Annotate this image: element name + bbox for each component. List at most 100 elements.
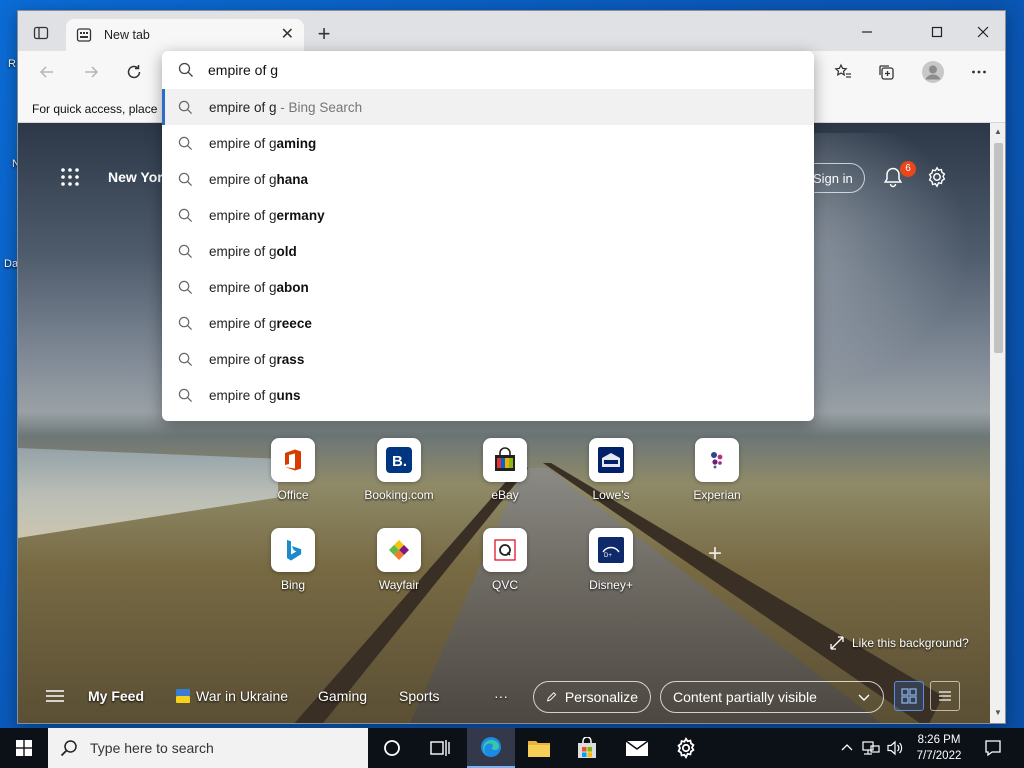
collections-icon xyxy=(879,65,894,80)
hamburger-menu-icon[interactable] xyxy=(46,689,64,703)
scroll-up-arrow-icon[interactable]: ▲ xyxy=(994,127,1002,136)
feed-tab-my-feed[interactable]: My Feed xyxy=(88,688,144,704)
suggestion-item[interactable]: empire of gold xyxy=(162,233,814,269)
quick-link-label: Bing xyxy=(280,578,306,592)
taskbar-search-placeholder: Type here to search xyxy=(90,740,214,756)
content-visibility-label: Content partially visible xyxy=(673,689,817,705)
scroll-down-arrow-icon[interactable]: ▼ xyxy=(994,708,1002,717)
feed-more-button[interactable]: ··· xyxy=(494,688,508,704)
show-hidden-icons-button[interactable] xyxy=(838,728,856,768)
search-icon xyxy=(178,136,193,150)
taskbar-store-button[interactable] xyxy=(563,728,611,768)
more-horizontal-icon xyxy=(972,70,986,74)
collections-button[interactable] xyxy=(871,57,901,87)
list-view-button[interactable] xyxy=(930,681,960,711)
booking-icon: B. xyxy=(377,438,421,482)
search-icon xyxy=(178,172,193,186)
new-tab-button[interactable]: + xyxy=(311,21,337,47)
close-window-button[interactable] xyxy=(960,17,1005,47)
app-launcher-icon[interactable] xyxy=(58,165,82,189)
tab-close-button[interactable]: ✕ xyxy=(281,27,294,43)
tab-new-tab[interactable]: New tab ✕ xyxy=(66,19,304,51)
grid-view-icon xyxy=(901,688,917,704)
quick-link-booking[interactable]: B. Booking.com xyxy=(359,438,439,518)
quick-link-ebay[interactable]: eBay xyxy=(465,438,545,518)
suggestion-item[interactable]: empire of gabon xyxy=(162,269,814,305)
suggestion-item[interactable]: empire of germany xyxy=(162,197,814,233)
volume-tray-button[interactable] xyxy=(884,728,906,768)
quick-link-experian[interactable]: Experian xyxy=(677,438,757,518)
notification-badge: 6 xyxy=(900,161,916,177)
quick-link-label: Disney+ xyxy=(589,578,633,592)
taskbar-file-explorer-button[interactable] xyxy=(515,728,563,768)
store-bag-icon xyxy=(578,737,596,758)
network-icon xyxy=(862,741,880,755)
suggestion-text: empire of g - Bing Search xyxy=(209,99,363,115)
background-sea xyxy=(18,448,278,538)
suggestion-text: empire of greece xyxy=(209,315,312,331)
qvc-icon xyxy=(483,528,527,572)
start-button[interactable] xyxy=(0,728,48,768)
suggestion-item-bing-search[interactable]: empire of g - Bing Search xyxy=(162,89,814,125)
tab-strip: New tab ✕ + xyxy=(18,11,1005,51)
quick-link-office[interactable]: Office xyxy=(253,438,333,518)
gear-icon[interactable] xyxy=(926,166,948,188)
content-visibility-dropdown[interactable]: Content partially visible xyxy=(660,681,884,713)
minimize-button[interactable] xyxy=(844,17,890,47)
feed-tab-sports[interactable]: Sports xyxy=(399,688,439,704)
address-bar-input[interactable]: empire of g xyxy=(208,62,278,78)
windows-taskbar: Type here to search 8:26 PM 7/7/2022 xyxy=(0,728,1024,768)
taskbar-settings-button[interactable] xyxy=(662,728,710,768)
taskbar-clock[interactable]: 8:26 PM 7/7/2022 xyxy=(908,732,970,764)
like-background-link[interactable]: Like this background? xyxy=(830,636,969,650)
settings-and-more-button[interactable] xyxy=(964,57,994,87)
svg-text:B.: B. xyxy=(392,453,407,470)
refresh-button[interactable] xyxy=(119,57,149,87)
feed-tab-war-in-ukraine[interactable]: War in Ukraine xyxy=(176,688,288,704)
quick-link-label: Experian xyxy=(693,488,741,502)
taskbar-search-box[interactable]: Type here to search xyxy=(48,728,368,768)
back-button[interactable] xyxy=(32,57,62,87)
forward-button[interactable] xyxy=(76,57,106,87)
profile-button[interactable] xyxy=(918,57,948,87)
task-view-button[interactable] xyxy=(416,728,464,768)
favorites-button[interactable] xyxy=(828,57,858,87)
grid-view-button[interactable] xyxy=(894,681,924,711)
edge-browser-icon xyxy=(481,737,501,757)
suggestion-item[interactable]: empire of guns xyxy=(162,377,814,413)
add-quick-link-button[interactable]: + xyxy=(704,542,726,566)
new-tab-page-icon xyxy=(76,28,92,42)
mail-envelope-icon xyxy=(625,740,649,756)
page-scrollbar[interactable]: ▲ ▼ xyxy=(990,123,1005,723)
quick-link-qvc[interactable]: QVC xyxy=(465,528,545,608)
cortana-button[interactable] xyxy=(368,728,416,768)
like-background-text: Like this background? xyxy=(852,636,969,650)
suggestion-item[interactable]: empire of grass xyxy=(162,341,814,377)
suggestion-item[interactable]: empire of greece xyxy=(162,305,814,341)
quick-link-lowes[interactable]: Lowe's xyxy=(571,438,651,518)
suggestion-item[interactable]: empire of gaming xyxy=(162,125,814,161)
quick-link-wayfair[interactable]: Wayfair xyxy=(359,528,439,608)
taskbar-edge-button[interactable] xyxy=(467,728,515,768)
network-tray-button[interactable] xyxy=(860,728,882,768)
personalize-button[interactable]: Personalize xyxy=(533,681,651,713)
address-bar[interactable]: empire of g xyxy=(162,51,814,89)
search-icon xyxy=(60,740,77,757)
quick-link-bing[interactable]: Bing xyxy=(253,528,333,608)
gear-icon xyxy=(677,737,695,759)
search-icon xyxy=(178,244,193,258)
suggestion-item[interactable]: empire of ghana xyxy=(162,161,814,197)
quick-link-label: Lowe's xyxy=(592,488,630,502)
star-list-icon xyxy=(834,63,851,78)
action-center-button[interactable] xyxy=(978,728,1008,768)
quick-link-disney-plus[interactable]: D+ Disney+ xyxy=(571,528,651,608)
disney-plus-icon: D+ xyxy=(589,528,633,572)
feed-tab-gaming[interactable]: Gaming xyxy=(318,688,367,704)
clock-date: 7/7/2022 xyxy=(916,750,962,762)
maximize-button[interactable] xyxy=(914,17,960,47)
expand-diagonal-icon xyxy=(830,636,844,650)
taskbar-mail-button[interactable] xyxy=(613,728,661,768)
scrollbar-thumb[interactable] xyxy=(994,143,1003,353)
close-icon xyxy=(977,26,989,38)
tab-actions-button[interactable] xyxy=(26,21,56,45)
